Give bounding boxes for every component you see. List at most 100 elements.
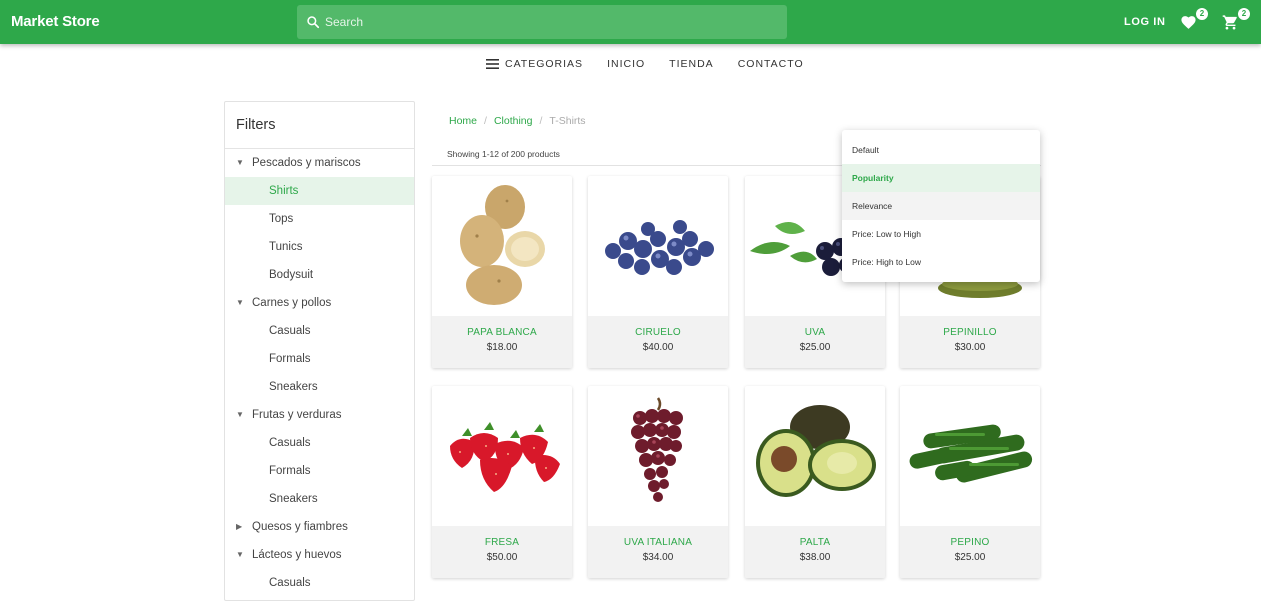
breadcrumb-separator: / xyxy=(484,115,487,127)
product-card[interactable]: CIRUELO $40.00 xyxy=(588,176,728,368)
filter-category[interactable]: ▼ Lácteos y huevos xyxy=(225,541,414,569)
caret-down-icon: ▼ xyxy=(236,410,244,419)
cart-icon xyxy=(1222,15,1237,30)
product-card[interactable]: PEPINO $25.00 xyxy=(900,386,1040,578)
filter-subcategory[interactable]: Casuals xyxy=(225,569,414,597)
product-price: $40.00 xyxy=(642,342,674,353)
nav-categories[interactable]: CATEGORIAS xyxy=(486,58,583,70)
sort-option-price-high-low[interactable]: Price: High to Low xyxy=(842,248,1040,276)
filter-subcategory[interactable]: Formals xyxy=(225,457,414,485)
product-name[interactable]: CIRUELO xyxy=(588,327,728,338)
filter-list: ▼ Pescados y mariscos Shirts Tops Tunics Body… xyxy=(225,149,414,597)
search-bar[interactable] xyxy=(297,5,787,39)
filter-subcategory[interactable]: Sneakers xyxy=(225,373,414,401)
breadcrumb-clothing[interactable]: Clothing xyxy=(494,115,533,127)
product-info: PAPA BLANCA $18.00 xyxy=(432,316,572,368)
filter-subcategory[interactable]: Sneakers xyxy=(225,485,414,513)
product-image xyxy=(432,176,572,316)
search-icon xyxy=(307,16,320,29)
product-name[interactable]: PAPA BLANCA xyxy=(432,327,572,338)
red-grapes-image xyxy=(631,397,683,502)
strawberry-image xyxy=(449,422,560,492)
filter-category[interactable]: ▼ Carnes y pollos xyxy=(225,289,414,317)
product-image xyxy=(588,386,728,526)
sort-option-relevance[interactable]: Relevance xyxy=(842,192,1040,220)
filters-panel: Filters ▼ Pescados y mariscos Shirts Tops Tu… xyxy=(224,101,415,601)
product-name[interactable]: PEPINO xyxy=(900,537,1040,548)
product-price: $50.00 xyxy=(486,552,518,563)
wishlist-button[interactable]: 2 xyxy=(1180,8,1208,32)
filter-category[interactable]: ▶ Quesos y fiambres xyxy=(225,513,414,541)
filter-label: Formals xyxy=(269,465,311,477)
filter-label: Formals xyxy=(269,353,311,365)
filter-label: Casuals xyxy=(269,577,311,589)
caret-down-icon: ▼ xyxy=(236,298,244,307)
breadcrumb-current: T-Shirts xyxy=(549,115,586,127)
caret-down-icon: ▼ xyxy=(236,158,244,167)
filter-label: Casuals xyxy=(269,325,311,337)
product-name[interactable]: PALTA xyxy=(745,537,885,548)
filter-subcategory[interactable]: Casuals xyxy=(225,429,414,457)
filter-label: Lácteos y huevos xyxy=(252,549,342,561)
login-button[interactable]: LOG IN xyxy=(1124,16,1166,28)
cart-button[interactable]: 2 xyxy=(1222,8,1250,32)
product-image xyxy=(588,176,728,316)
nav-contacto[interactable]: CONTACTO xyxy=(738,58,804,70)
product-card[interactable]: PALTA $38.00 xyxy=(745,386,885,578)
breadcrumb: Home / Clothing / T-Shirts xyxy=(449,115,586,127)
product-price: $30.00 xyxy=(954,342,986,353)
filter-subcategory[interactable]: Tops xyxy=(225,205,414,233)
filter-label: Sneakers xyxy=(269,493,318,505)
filter-label: Quesos y fiambres xyxy=(252,521,348,533)
avocado-image xyxy=(756,405,876,497)
filter-category[interactable]: ▼ Frutas y verduras xyxy=(225,401,414,429)
filter-subcategory[interactable]: Formals xyxy=(225,345,414,373)
filter-subcategory[interactable]: Tunics xyxy=(225,233,414,261)
product-info: PEPINILLO $30.00 xyxy=(900,316,1040,368)
product-price: $25.00 xyxy=(954,552,986,563)
search-input[interactable] xyxy=(325,15,765,29)
caret-right-icon: ▶ xyxy=(236,522,243,531)
product-image xyxy=(432,386,572,526)
nav-tienda[interactable]: TIENDA xyxy=(669,58,714,70)
product-card[interactable]: FRESA $50.00 xyxy=(432,386,572,578)
filter-subcategory[interactable]: Shirts xyxy=(225,177,414,205)
product-name[interactable]: FRESA xyxy=(432,537,572,548)
filter-label: Frutas y verduras xyxy=(252,409,342,421)
product-info: PEPINO $25.00 xyxy=(900,526,1040,578)
filter-label: Sneakers xyxy=(269,381,318,393)
filter-category[interactable]: ▼ Pescados y mariscos xyxy=(225,149,414,177)
product-name[interactable]: UVA xyxy=(745,327,885,338)
filter-label: Carnes y pollos xyxy=(252,297,332,309)
caret-down-icon: ▼ xyxy=(236,550,244,559)
filter-label: Pescados y mariscos xyxy=(252,157,361,169)
menu-icon xyxy=(486,59,499,69)
filter-label: Bodysuit xyxy=(269,269,314,281)
sort-option-popularity[interactable]: Popularity xyxy=(842,164,1040,192)
product-info: CIRUELO $40.00 xyxy=(588,316,728,368)
filter-label: Shirts xyxy=(269,185,299,197)
heart-icon xyxy=(1181,16,1196,29)
filters-title: Filters xyxy=(225,102,414,149)
nav-categories-label: CATEGORIAS xyxy=(505,58,584,70)
product-name[interactable]: UVA ITALIANA xyxy=(588,537,728,548)
product-price: $34.00 xyxy=(642,552,674,563)
sort-option-price-low-high[interactable]: Price: Low to High xyxy=(842,220,1040,248)
product-name[interactable]: PEPINILLO xyxy=(900,327,1040,338)
brand-logo[interactable]: Market Store xyxy=(11,13,100,30)
wishlist-count-badge: 2 xyxy=(1196,8,1208,20)
sort-option-default[interactable]: Default xyxy=(842,136,1040,164)
product-card[interactable]: PAPA BLANCA $18.00 xyxy=(432,176,572,368)
breadcrumb-home[interactable]: Home xyxy=(449,115,477,127)
top-app-bar: Market Store LOG IN 2 2 xyxy=(0,0,1261,44)
product-image xyxy=(745,386,885,526)
product-card[interactable]: UVA ITALIANA $34.00 xyxy=(588,386,728,578)
filter-subcategory[interactable]: Casuals xyxy=(225,317,414,345)
nav-inicio[interactable]: INICIO xyxy=(607,58,645,70)
filter-subcategory[interactable]: Bodysuit xyxy=(225,261,414,289)
cart-count-badge: 2 xyxy=(1238,8,1250,20)
product-info: UVA ITALIANA $34.00 xyxy=(588,526,728,578)
product-image xyxy=(900,386,1040,526)
product-info: PALTA $38.00 xyxy=(745,526,885,578)
potato-image xyxy=(460,185,545,305)
